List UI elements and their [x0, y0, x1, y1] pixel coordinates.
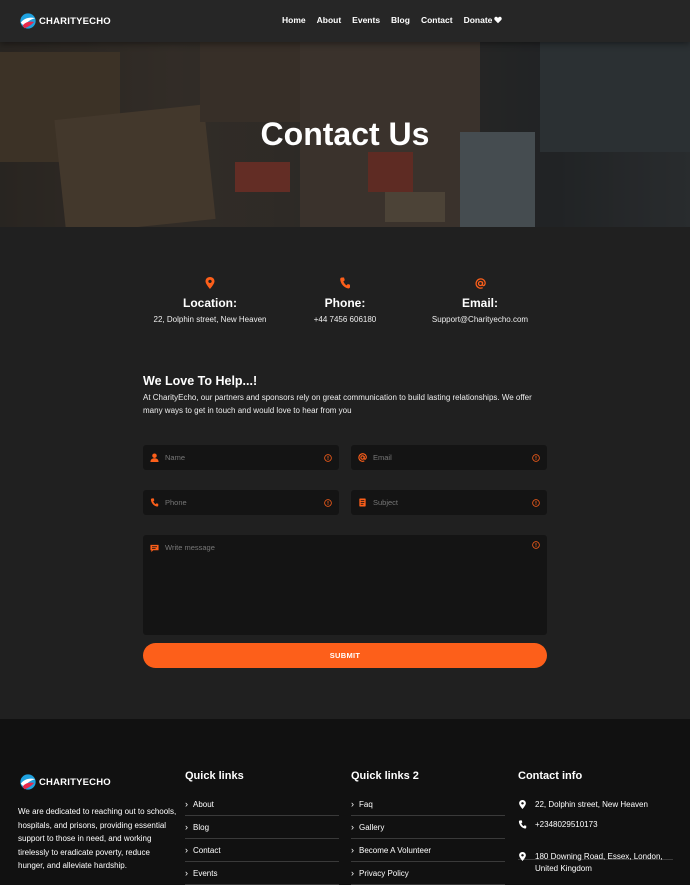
- footer-link-label: Contact: [193, 845, 221, 855]
- email-label: Email:: [461, 296, 498, 310]
- nav-blog[interactable]: Blog: [391, 15, 410, 25]
- nav-about[interactable]: About: [317, 15, 342, 25]
- hero-banner: Contact Us: [0, 42, 690, 227]
- contact-address-2: 180 Downing Road, Essex, London, United …: [518, 851, 678, 875]
- chevron-right-icon: ›: [185, 867, 188, 878]
- message-icon: [150, 544, 159, 553]
- footer-link-faq[interactable]: › Faq: [351, 793, 505, 816]
- location-pin-icon: [519, 852, 526, 861]
- help-heading: We Love To Help...!: [143, 374, 258, 388]
- contact-address-1: 22, Dolphin street, New Heaven: [518, 799, 678, 811]
- footer-brand-logo[interactable]: CHARITYECHO: [19, 773, 111, 791]
- email-value: Support@Charityecho.com: [431, 315, 529, 324]
- footer-link-label: Privacy Policy: [359, 868, 409, 878]
- location-pin-icon: [519, 800, 526, 809]
- quick-links-2-heading: Quick links 2: [351, 770, 419, 782]
- footer-link-label: Faq: [359, 799, 373, 809]
- footer-link-blog[interactable]: › Blog: [185, 816, 339, 839]
- alert-circle-icon: [532, 453, 540, 462]
- footer-link-label: Become A Volunteer: [359, 845, 432, 855]
- email-field: [351, 445, 547, 470]
- alert-circle-icon: [324, 498, 332, 507]
- contact-phone[interactable]: +2348029510173: [518, 819, 678, 831]
- nav-donate-label: Donate: [463, 15, 493, 25]
- footer-link-events[interactable]: › Events: [185, 862, 339, 885]
- quick-links-heading: Quick links: [185, 770, 244, 782]
- document-icon: [359, 498, 366, 507]
- footer-about-text: We are dedicated to reaching out to scho…: [18, 807, 177, 870]
- phone-input[interactable]: [165, 498, 324, 507]
- brand-name: CHARITYECHO: [39, 15, 111, 27]
- heart-icon: [494, 16, 503, 24]
- footer-link-label: Events: [193, 868, 218, 878]
- chevron-right-icon: ›: [185, 844, 188, 855]
- chevron-right-icon: ›: [351, 798, 354, 809]
- charityecho-logo-icon: [20, 774, 36, 790]
- chevron-right-icon: ›: [351, 821, 354, 832]
- phone-icon: [150, 498, 159, 507]
- subject-field: [351, 490, 547, 515]
- help-description: At CharityEcho, our partners and sponsor…: [143, 393, 532, 415]
- top-navbar: CHARITYECHO Home About Events Blog Conta…: [0, 0, 690, 42]
- nav-events[interactable]: Events: [352, 15, 380, 25]
- charityecho-logo-icon: [20, 13, 36, 29]
- nav-home[interactable]: Home: [282, 15, 306, 25]
- chevron-right-icon: ›: [185, 798, 188, 809]
- user-icon: [150, 453, 159, 462]
- name-field: [143, 445, 339, 470]
- chevron-right-icon: ›: [351, 867, 354, 878]
- quick-links-list: › About › Blog › Contact › Events: [185, 793, 339, 885]
- chevron-right-icon: ›: [185, 821, 188, 832]
- location-pin-icon: [205, 277, 215, 289]
- contact-phone-text: +2348029510173: [535, 820, 598, 829]
- chevron-right-icon: ›: [351, 844, 354, 855]
- message-field: [143, 535, 547, 635]
- at-sign-icon: [474, 277, 486, 289]
- alert-circle-icon: [324, 453, 332, 462]
- info-email: Email: Support@Charityecho.com: [390, 276, 570, 324]
- alert-circle-icon: [532, 498, 540, 507]
- message-textarea[interactable]: [165, 543, 532, 623]
- quick-links-2-list: › Faq › Gallery › Become A Volunteer › Priva…: [351, 793, 505, 885]
- footer-link-about[interactable]: › About: [185, 793, 339, 816]
- site-footer: CHARITYECHO We are dedicated to reaching…: [0, 719, 690, 885]
- footer-link-gallery[interactable]: › Gallery: [351, 816, 505, 839]
- phone-field: [143, 490, 339, 515]
- submit-button[interactable]: SUBMIT: [143, 643, 547, 668]
- nav-donate[interactable]: Donate: [464, 15, 503, 25]
- brand-logo[interactable]: CHARITYECHO: [19, 12, 111, 30]
- contact-info-heading: Contact info: [518, 770, 583, 782]
- footer-link-contact[interactable]: › Contact: [185, 839, 339, 862]
- footer-link-label: Gallery: [359, 822, 385, 832]
- footer-link-label: About: [193, 799, 214, 809]
- email-input[interactable]: [373, 453, 532, 462]
- contact-address-1-text: 22, Dolphin street, New Heaven: [535, 800, 648, 809]
- footer-brand-name: CHARITYECHO: [39, 776, 111, 788]
- footer-link-volunteer[interactable]: › Become A Volunteer: [351, 839, 505, 862]
- phone-icon: [340, 277, 350, 289]
- at-sign-icon: [358, 453, 367, 462]
- main-menu: Home About Events Blog Contact Donate: [282, 15, 513, 25]
- nav-contact[interactable]: Contact: [421, 15, 453, 25]
- footer-link-label: Blog: [193, 822, 210, 832]
- subject-input[interactable]: [373, 498, 532, 507]
- page-title: Contact Us: [260, 116, 430, 152]
- name-input[interactable]: [165, 453, 324, 462]
- contact-address-2-text: 180 Downing Road, Essex, London, United …: [535, 852, 663, 873]
- phone-icon: [518, 820, 527, 829]
- footer-link-privacy[interactable]: › Privacy Policy: [351, 862, 505, 885]
- alert-circle-icon: [532, 541, 540, 549]
